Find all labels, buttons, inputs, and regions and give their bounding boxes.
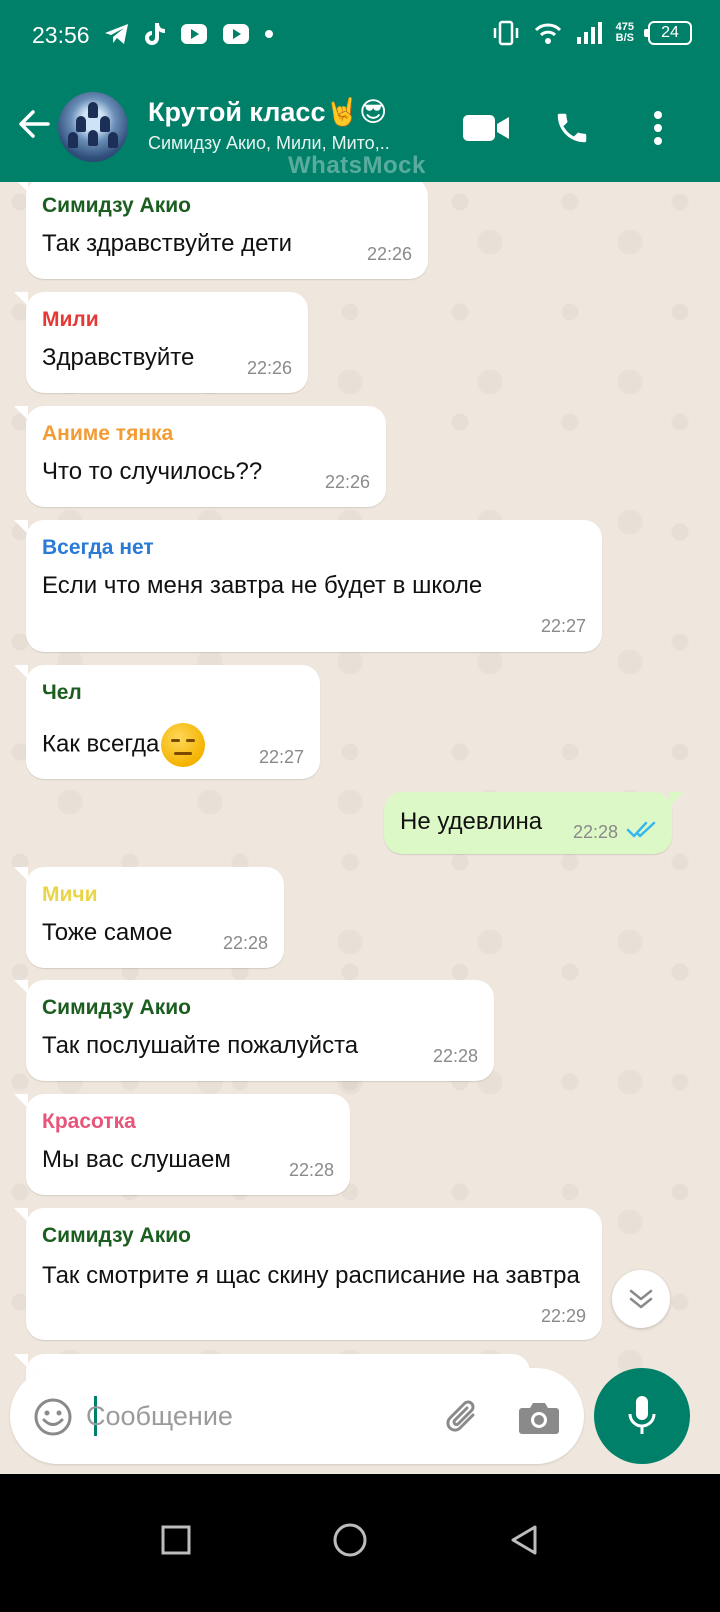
chat-header: 23:56 475 B/S 24 Крутой класс🤘😎 Симидзу … [0,0,720,182]
recent-apps-button[interactable] [136,1500,216,1580]
message-bubble[interactable]: Симидзу Акио Так смотрите я щас скину ра… [14,1208,602,1340]
emoji-button[interactable] [32,1396,74,1438]
triangle-back-icon [511,1525,537,1555]
message-sender: Мичи [42,883,98,906]
message-input[interactable] [86,1394,426,1438]
status-bar: 23:56 475 B/S 24 [0,0,720,74]
network-speed: 475 B/S [615,21,634,44]
expressionless-emoji [161,723,206,767]
message-bubble[interactable]: Аниме тянка Что то случилось?? 22:26 [14,406,386,507]
message-bubble[interactable]: Симидзу Акио Так здравствуйте дети 22:26 [14,182,428,279]
chat-participants[interactable]: Симидзу Акио, Мили, Мито,.. [148,133,390,154]
scroll-down-icon [629,1289,653,1309]
watermark: WhatsMock [288,152,426,179]
message-bubble[interactable]: Чел Как всегда 22:27 [14,665,320,779]
more-options-icon [654,111,662,145]
message-text: Не удевлина [400,808,543,835]
message-sender: Чел [42,681,82,704]
message-text: Как всегда [42,730,160,758]
video-call-icon [463,115,509,141]
back-arrow-icon[interactable] [16,106,52,142]
message-text: Так смотрите я щас скину расписание на з… [42,1262,580,1289]
message-text: Так здравствуйте дети [42,230,293,257]
double-check-icon [626,821,656,838]
message-time: 22:27 [540,616,586,636]
square-icon [161,1525,191,1555]
vibrate-icon [493,20,518,46]
wifi-icon [534,23,561,44]
camera-icon [519,1403,559,1434]
message-time: 22:26 [366,244,412,264]
camera-button[interactable] [518,1396,560,1438]
more-options-button[interactable] [634,104,682,152]
message-sender: Симидзу Акио [42,996,191,1019]
signal-icon [576,22,602,44]
voice-call-button[interactable] [548,104,596,152]
message-list[interactable]: Симидзу Акио Так здравствуйте дети 22:26… [0,182,720,1398]
emoji-icon [34,1398,72,1436]
message-sender: Симидзу Акио [42,1224,191,1247]
message-sender: Симидзу Акио [42,194,191,217]
message-text: Мы вас слушаем [42,1146,231,1173]
message-bubble[interactable]: Мили Здравствуйте 22:26 [14,292,308,393]
message-text: Что то случилось?? [42,458,263,485]
message-time: 22:26 [246,358,292,378]
attach-button[interactable] [442,1396,484,1438]
message-sender: Красотка [42,1110,136,1133]
message-bubble-outgoing[interactable]: Не удевлина 22:28 [384,792,684,854]
status-time: 23:56 [32,22,90,48]
message-time: 22:28 [288,1160,334,1180]
message-text: Тоже самое [42,919,173,946]
video-call-button[interactable] [462,104,510,152]
message-time: 22:27 [258,747,304,767]
message-bubble[interactable]: Мичи Тоже самое 22:28 [14,867,284,968]
message-text: Так послушайте пожалуйста [42,1032,359,1059]
message-sender: Всегда нет [42,536,154,559]
voice-call-icon [557,113,587,143]
notification-dot-icon [265,30,273,38]
message-text: Если что меня завтра не будет в школе [42,572,483,599]
home-button[interactable] [310,1500,390,1580]
message-bubble[interactable]: Красотка Мы вас слушаем 22:28 [14,1094,350,1195]
message-composer [10,1368,584,1464]
message-bubble[interactable]: Симидзу Акио Так послушайте пожалуйста 2… [14,980,494,1081]
message-text: Здравствуйте [42,344,195,371]
mic-icon [628,1396,656,1434]
message-time: 22:28 [432,1046,478,1066]
message-bubble[interactable]: Всегда нет Если что меня завтра не будет… [14,520,602,652]
battery-indicator: 24 [644,21,692,45]
tiktok-icon [145,23,165,45]
message-time: 22:28 [572,822,618,842]
message-time: 22:28 [222,933,268,953]
system-navigation-bar [0,1474,720,1612]
chat-title[interactable]: Крутой класс🤘😎 [148,96,387,128]
message-time: 22:26 [324,472,370,492]
back-nav-button[interactable] [484,1500,564,1580]
message-sender: Мили [42,308,99,331]
telegram-icon [105,24,128,44]
scroll-to-bottom-button[interactable] [612,1270,670,1328]
voice-message-button[interactable] [594,1368,690,1464]
youtube-icon [223,24,249,44]
message-sender: Аниме тянка [42,422,174,445]
group-avatar[interactable] [58,92,128,162]
youtube-icon [181,24,207,44]
attach-icon [446,1400,475,1432]
circle-icon [333,1523,367,1557]
message-time: 22:29 [540,1306,586,1326]
